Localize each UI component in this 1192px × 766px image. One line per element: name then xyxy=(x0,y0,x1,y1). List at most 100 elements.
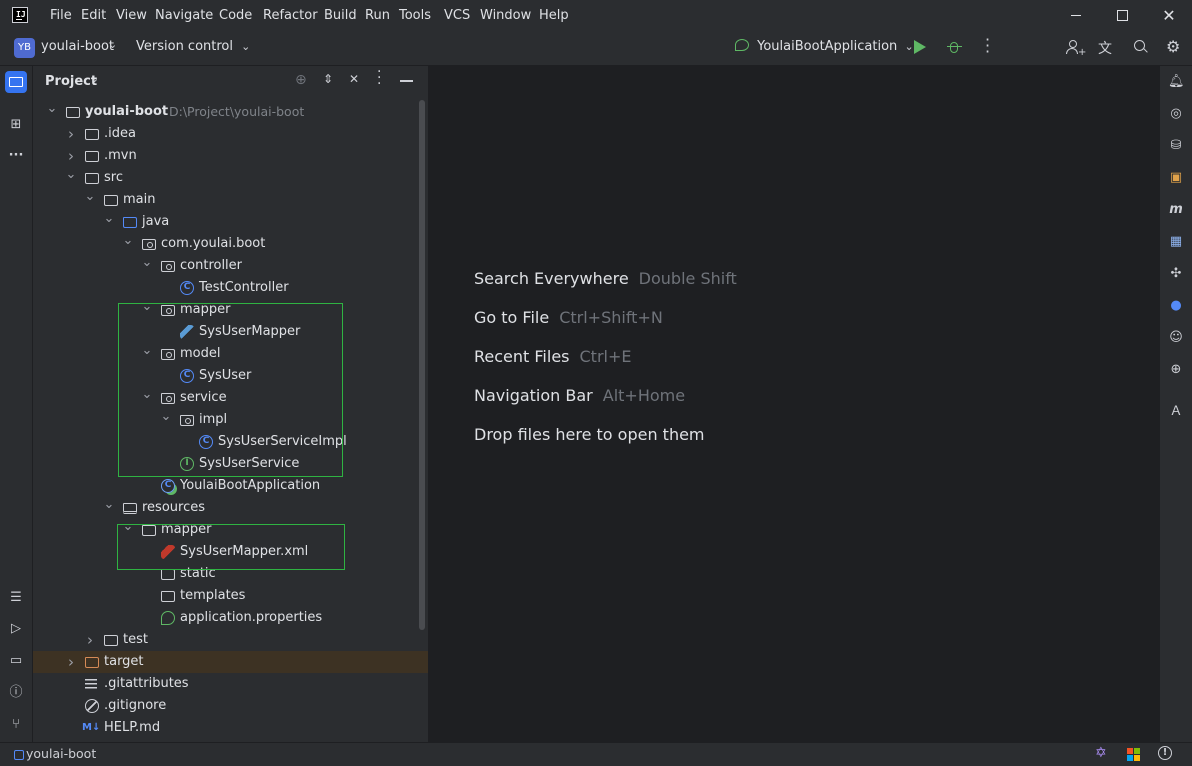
tree-label: .gitignore xyxy=(104,698,167,713)
chevron-down-icon[interactable]: ⌄ xyxy=(102,208,116,230)
run-icon[interactable] xyxy=(914,40,926,54)
tree-row[interactable]: ⌄ com.youlai.boot xyxy=(33,233,428,255)
tree-row[interactable]: ⌄ youlai-boot D:\Project\youlai-boot xyxy=(33,101,428,123)
tree-row[interactable]: › .idea xyxy=(33,123,428,145)
status-project-name[interactable]: youlai-boot xyxy=(26,746,96,761)
notification-warning-icon[interactable]: ! xyxy=(1158,746,1172,760)
tree-row[interactable]: ⌄ controller xyxy=(33,255,428,277)
chevron-down-icon[interactable]: ⌄ xyxy=(83,186,97,208)
ai-assistant-icon[interactable]: ◎ xyxy=(1168,106,1184,122)
tree-label: controller xyxy=(180,258,243,273)
more-tools-icon[interactable]: ··· xyxy=(8,148,24,164)
tree-row[interactable]: › test xyxy=(33,629,428,651)
menu-code[interactable]: Code xyxy=(219,8,252,23)
chevron-down-icon: ⌄ xyxy=(108,38,118,51)
menu-file[interactable]: File xyxy=(50,8,72,23)
menu-build[interactable]: Build xyxy=(324,8,357,23)
vcs-label: Version control xyxy=(136,39,233,54)
ai-icon[interactable]: ✡ xyxy=(1095,745,1107,761)
add-user-icon[interactable]: + xyxy=(1066,39,1086,58)
editor-empty-area[interactable]: Search Everywhere Double Shift Go to File… xyxy=(429,66,1158,742)
translate-icon[interactable]: 文 xyxy=(1098,38,1112,58)
maven-icon[interactable]: m xyxy=(1168,202,1184,218)
menu-vcs[interactable]: VCS xyxy=(444,8,470,23)
close-button[interactable]: ✕ xyxy=(1146,0,1192,31)
tree-label: templates xyxy=(180,588,246,603)
git-icon[interactable]: ⑂ xyxy=(8,717,24,733)
search-icon[interactable] xyxy=(1134,40,1148,54)
tree-row[interactable]: templates xyxy=(33,585,428,607)
web-browser-icon[interactable]: ⊕ xyxy=(1168,362,1184,378)
tree-path: D:\Project\youlai-boot xyxy=(169,104,305,119)
endpoints-icon[interactable]: ● xyxy=(1168,298,1184,314)
font-icon[interactable]: Ａ xyxy=(1168,404,1184,420)
tree-row[interactable]: application.properties xyxy=(33,607,428,629)
menu-help[interactable]: Help xyxy=(539,8,569,23)
tree-row[interactable]: C TestController xyxy=(33,277,428,299)
database-icon[interactable]: ⛁ xyxy=(1168,138,1184,154)
menu-window[interactable]: Window xyxy=(480,8,531,23)
tree-row[interactable]: › target xyxy=(33,651,428,673)
copilot-icon[interactable]: ☺ xyxy=(1168,330,1184,346)
more-actions-icon[interactable]: · · · xyxy=(985,32,990,60)
tree-icon-wrap xyxy=(85,145,101,167)
windows-logo-icon[interactable] xyxy=(1127,748,1141,762)
notifications-icon[interactable]: 🔔︎ xyxy=(1168,74,1185,90)
tree-row[interactable]: .gitignore xyxy=(33,695,428,717)
menu-navigate[interactable]: Navigate xyxy=(155,8,213,23)
hide-icon[interactable] xyxy=(400,80,413,82)
tree-row[interactable]: M↓ HELP.md xyxy=(33,717,428,739)
tree-icon-wrap: C xyxy=(161,475,177,497)
tree-row[interactable]: ⌄ resources xyxy=(33,497,428,519)
chevron-right-icon[interactable]: › xyxy=(64,651,78,673)
locate-icon[interactable]: ⊕ xyxy=(295,72,307,88)
menu-refactor[interactable]: Refactor xyxy=(263,8,318,23)
hint-search-everywhere: Search Everywhere Double Shift xyxy=(474,269,737,288)
highlight-box-java xyxy=(118,303,343,477)
chevron-down-icon[interactable]: ⌄ xyxy=(140,252,154,274)
module-folder-icon xyxy=(66,107,80,118)
hint-shortcut: Double Shift xyxy=(638,269,737,288)
structure-icon[interactable]: ⊞ xyxy=(8,117,24,133)
gradle-icon[interactable]: ✣ xyxy=(1168,266,1184,282)
plugin-box-icon[interactable]: ▣ xyxy=(1168,170,1184,186)
run-tool-icon[interactable]: ▷ xyxy=(8,621,24,637)
expand-all-icon[interactable]: ⇕ xyxy=(323,72,333,86)
chevron-right-icon[interactable]: › xyxy=(83,629,97,651)
tree-row[interactable]: ⌄ main xyxy=(33,189,428,211)
tree-row[interactable]: C YoulaiBootApplication xyxy=(33,475,428,497)
menu-edit[interactable]: Edit xyxy=(81,8,106,23)
services-icon[interactable]: ☰ xyxy=(8,590,24,606)
minimize-button[interactable] xyxy=(1053,0,1099,31)
debug-icon[interactable] xyxy=(947,39,962,55)
settings-icon[interactable]: ⚙ xyxy=(1166,37,1180,56)
collapse-all-icon[interactable]: ✕ xyxy=(349,72,359,86)
menu-run[interactable]: Run xyxy=(365,8,390,23)
tree-row[interactable]: ⌄ java xyxy=(33,211,428,233)
chevron-down-icon[interactable]: ⌄ xyxy=(90,72,99,85)
chevron-down-icon[interactable]: ⌄ xyxy=(102,494,116,516)
vcs-widget[interactable]: Version control ⌄ xyxy=(136,39,250,54)
api-icon[interactable]: ▦ xyxy=(1168,234,1184,250)
project-tool-icon[interactable] xyxy=(5,71,27,93)
tree-label: java xyxy=(142,214,170,229)
terminal-icon[interactable]: ▭ xyxy=(8,653,24,669)
chevron-right-icon[interactable]: › xyxy=(64,123,78,145)
chevron-down-icon[interactable]: ⌄ xyxy=(45,98,59,120)
menu-view[interactable]: View xyxy=(116,8,147,23)
tree-row[interactable]: › .mvn xyxy=(33,145,428,167)
intellij-logo-icon[interactable]: IJ xyxy=(12,7,28,23)
chevron-down-icon[interactable]: ⌄ xyxy=(64,164,78,186)
tree-icon-wrap xyxy=(161,585,177,607)
options-icon[interactable]: · · · xyxy=(377,66,381,91)
tree-icon-wrap xyxy=(85,651,101,673)
tree-scrollbar[interactable] xyxy=(419,100,425,630)
tree-label: com.youlai.boot xyxy=(161,236,266,251)
run-config-selector[interactable]: YoulaiBootApplication ⌄ xyxy=(735,39,914,54)
chevron-down-icon[interactable]: ⌄ xyxy=(121,230,135,252)
gitignore-icon xyxy=(85,699,99,713)
problems-icon[interactable]: ⓘ xyxy=(8,685,24,701)
maximize-button[interactable] xyxy=(1099,0,1145,31)
menu-tools[interactable]: Tools xyxy=(399,8,431,23)
tree-row[interactable]: .gitattributes xyxy=(33,673,428,695)
